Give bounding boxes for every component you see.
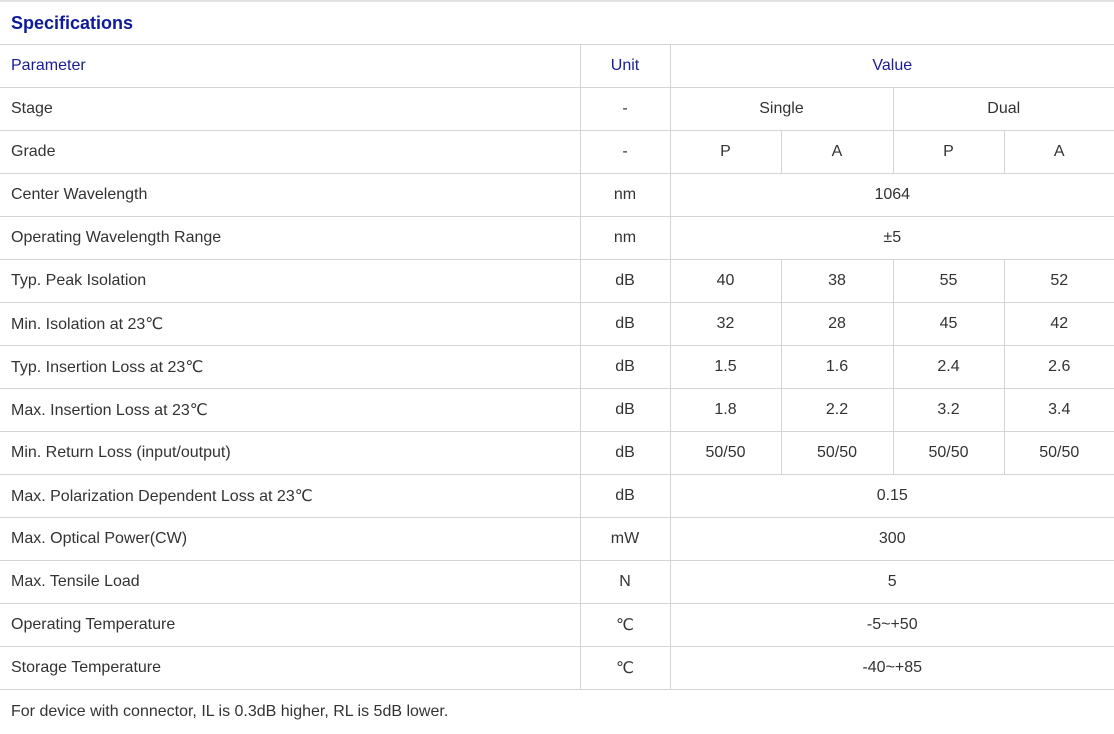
row-unit: N [580,561,670,604]
row-value: 5 [670,561,1114,604]
stage-label: Stage [0,88,580,131]
header-row: Parameter Unit Value [0,45,1114,88]
row-label: Min. Return Loss (input/output) [0,432,580,475]
row-value: 32 [670,303,781,346]
table-row: Typ. Peak Isolation dB 40 38 55 52 [0,260,1114,303]
row-value: 50/50 [781,432,893,475]
row-value: 3.2 [893,389,1004,432]
row-label: Min. Isolation at 23℃ [0,303,580,346]
table-row: Storage Temperature ℃ -40~+85 [0,647,1114,690]
table-row: Stage - Single Dual [0,88,1114,131]
row-label: Typ. Peak Isolation [0,260,580,303]
row-value: 2.6 [1004,346,1114,389]
grade-value: A [1004,131,1114,174]
row-label: Max. Insertion Loss at 23℃ [0,389,580,432]
row-value: 1.5 [670,346,781,389]
row-value: 2.4 [893,346,1004,389]
row-value: 1.6 [781,346,893,389]
stage-single: Single [670,88,893,131]
row-label: Typ. Insertion Loss at 23℃ [0,346,580,389]
table-row: Center Wavelength nm 1064 [0,174,1114,217]
table-title: Specifications [0,1,1114,45]
row-value: 45 [893,303,1004,346]
grade-label: Grade [0,131,580,174]
table-row: Max. Insertion Loss at 23℃ dB 1.8 2.2 3.… [0,389,1114,432]
table-row: Operating Wavelength Range nm ±5 [0,217,1114,260]
row-unit: ℃ [580,604,670,647]
row-value: 50/50 [670,432,781,475]
row-unit: dB [580,346,670,389]
row-value: 52 [1004,260,1114,303]
row-value: 0.15 [670,475,1114,518]
stage-unit: - [580,88,670,131]
grade-value: A [781,131,893,174]
table-row: Typ. Insertion Loss at 23℃ dB 1.5 1.6 2.… [0,346,1114,389]
table-row: Operating Temperature ℃ -5~+50 [0,604,1114,647]
row-unit: dB [580,260,670,303]
table-row: Min. Return Loss (input/output) dB 50/50… [0,432,1114,475]
header-unit: Unit [580,45,670,88]
row-value: 1064 [670,174,1114,217]
grade-unit: - [580,131,670,174]
specifications-table: Specifications Parameter Unit Value Stag… [0,0,1114,734]
table-row: Grade - P A P A [0,131,1114,174]
row-value: 38 [781,260,893,303]
row-unit: nm [580,217,670,260]
row-unit: dB [580,389,670,432]
row-value: 3.4 [1004,389,1114,432]
row-value: 1.8 [670,389,781,432]
grade-value: P [893,131,1004,174]
row-label: Operating Temperature [0,604,580,647]
row-unit: dB [580,475,670,518]
row-label: Max. Polarization Dependent Loss at 23℃ [0,475,580,518]
row-value: ±5 [670,217,1114,260]
footnote: For device with connector, IL is 0.3dB h… [0,690,1114,734]
header-value: Value [670,45,1114,88]
row-value: 42 [1004,303,1114,346]
row-label: Storage Temperature [0,647,580,690]
row-value: 28 [781,303,893,346]
header-parameter: Parameter [0,45,580,88]
row-value: 55 [893,260,1004,303]
table-title-row: Specifications [0,1,1114,45]
row-unit: nm [580,174,670,217]
row-value: 50/50 [1004,432,1114,475]
table-row: Max. Tensile Load N 5 [0,561,1114,604]
row-value: -40~+85 [670,647,1114,690]
table-row: Max. Optical Power(CW) mW 300 [0,518,1114,561]
row-value: 300 [670,518,1114,561]
row-value: 50/50 [893,432,1004,475]
row-value: 40 [670,260,781,303]
row-unit: mW [580,518,670,561]
row-unit: ℃ [580,647,670,690]
row-unit: dB [580,303,670,346]
stage-dual: Dual [893,88,1114,131]
row-value: 2.2 [781,389,893,432]
row-value: -5~+50 [670,604,1114,647]
row-label: Max. Optical Power(CW) [0,518,580,561]
row-label: Max. Tensile Load [0,561,580,604]
grade-value: P [670,131,781,174]
table-row: Min. Isolation at 23℃ dB 32 28 45 42 [0,303,1114,346]
table-row: Max. Polarization Dependent Loss at 23℃ … [0,475,1114,518]
row-unit: dB [580,432,670,475]
note-row: For device with connector, IL is 0.3dB h… [0,690,1114,734]
row-label: Operating Wavelength Range [0,217,580,260]
row-label: Center Wavelength [0,174,580,217]
